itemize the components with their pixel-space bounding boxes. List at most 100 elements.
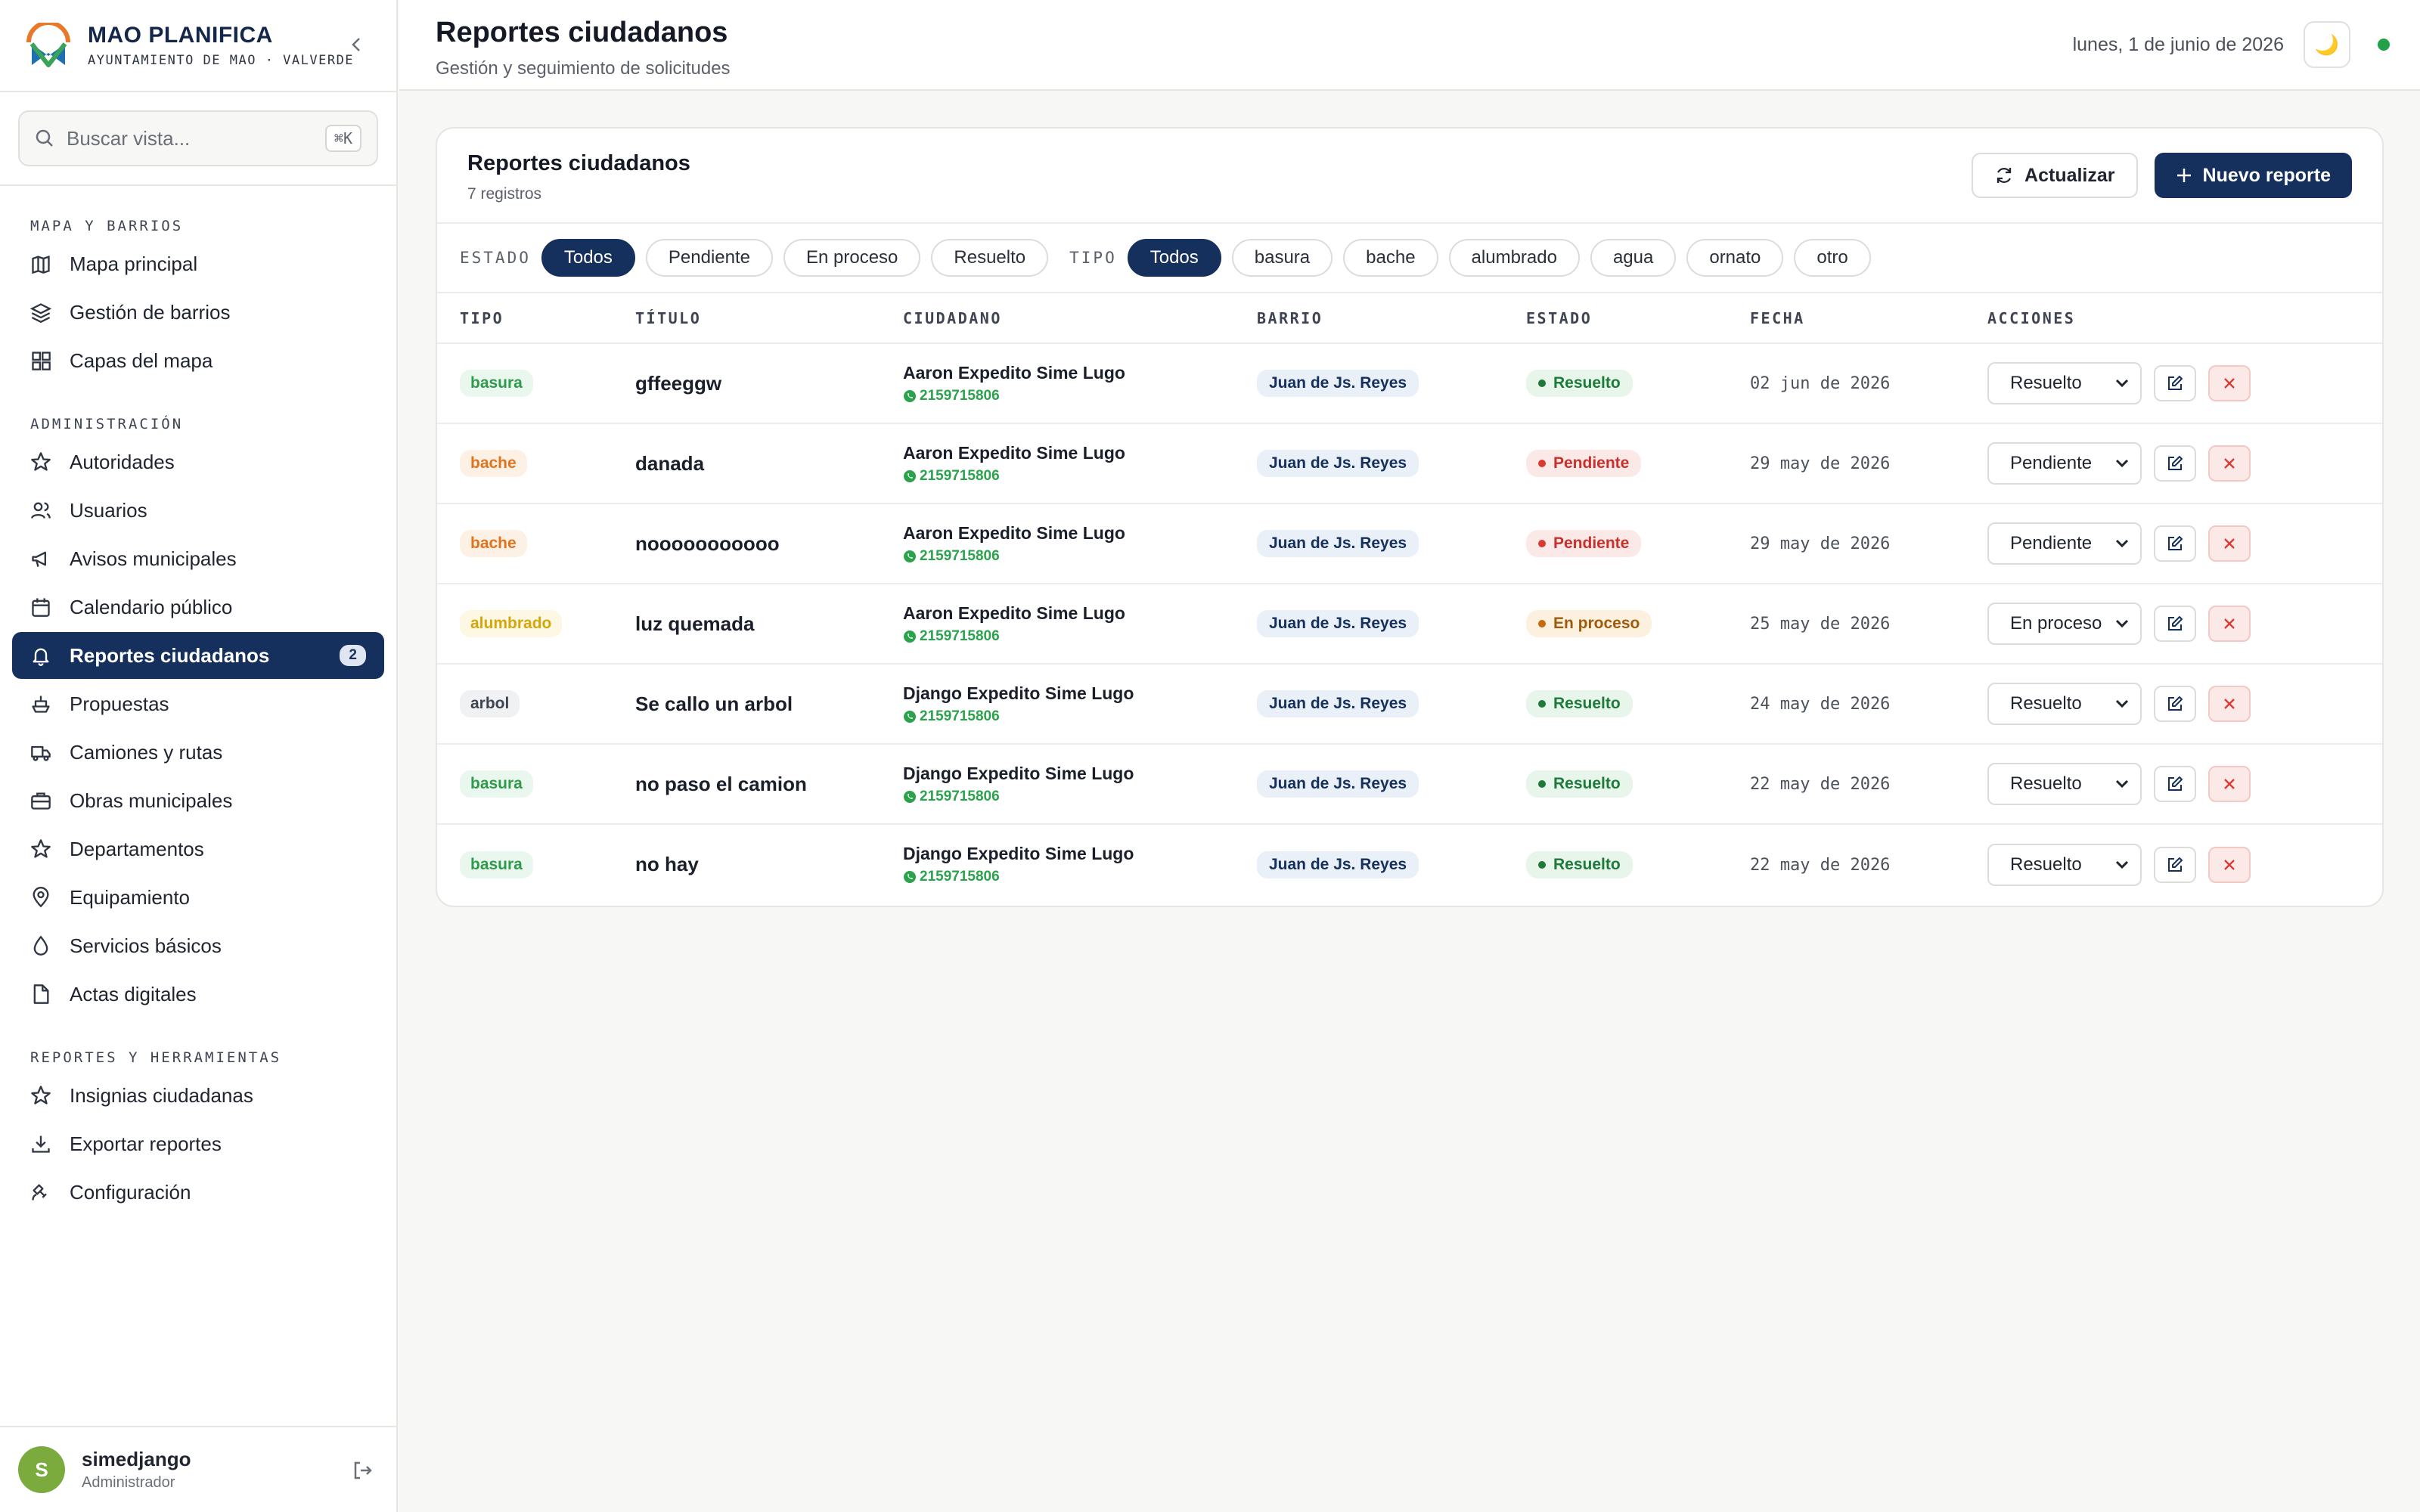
sidebar-item-label: Obras municipales (70, 789, 233, 812)
barrio-tag: Juan de Js. Reyes (1257, 450, 1419, 477)
search-input[interactable] (67, 126, 325, 150)
delete-button[interactable] (2208, 606, 2251, 642)
sidebar-item-label: Camiones y rutas (70, 740, 223, 764)
sidebar-item-servicios-basicos[interactable]: Servicios básicos (12, 922, 384, 969)
sidebar-item-obras-municipales[interactable]: Obras municipales (12, 777, 384, 824)
status-select[interactable]: Pendiente (1987, 522, 2142, 565)
tipo-filter-alumbrado[interactable]: alumbrado (1448, 239, 1580, 277)
edit-button[interactable] (2154, 846, 2196, 883)
status-label: Resuelto (1553, 855, 1621, 873)
whatsapp-icon (903, 389, 917, 403)
whatsapp-link[interactable]: 2159715806 (903, 388, 1257, 404)
status-badge: Pendiente (1526, 530, 1642, 557)
tipo-filter-agua[interactable]: agua (1590, 239, 1677, 277)
sidebar-item-camiones-y-rutas[interactable]: Camiones y rutas (12, 729, 384, 776)
delete-button[interactable] (2208, 445, 2251, 482)
sidebar-item-capas-del-mapa[interactable]: Capas del mapa (12, 337, 384, 384)
titulo-cell: gffeeggw (635, 343, 903, 424)
tipo-filter-otro[interactable]: otro (1794, 239, 1871, 277)
citizen-phone: 2159715806 (920, 788, 1000, 804)
edit-button[interactable] (2154, 686, 2196, 722)
status-label: Pendiente (1553, 534, 1630, 552)
sidebar-item-reportes-ciudadanos[interactable]: Reportes ciudadanos 2 (12, 632, 384, 679)
citizen-name: Aaron Expedito Sime Lugo (903, 603, 1125, 623)
collapse-sidebar-button[interactable] (346, 35, 366, 54)
estado-cell: Resuelto (1526, 744, 1750, 825)
status-badge: Pendiente (1526, 450, 1642, 477)
tipo-filter-basura[interactable]: basura (1231, 239, 1333, 277)
whatsapp-link[interactable]: 2159715806 (903, 708, 1257, 725)
citizen-name: Aaron Expedito Sime Lugo (903, 362, 1125, 383)
search-box[interactable]: ⌘K (18, 110, 378, 166)
truck-icon (30, 742, 51, 763)
sidebar-item-avisos-municipales[interactable]: Avisos municipales (12, 535, 384, 582)
status-select[interactable]: Resuelto (1987, 362, 2142, 404)
sidebar-item-label: Mapa principal (70, 252, 198, 275)
delete-button[interactable] (2208, 766, 2251, 802)
tipo-tag: alumbrado (460, 610, 563, 637)
status-dot (1538, 460, 1546, 467)
delete-button[interactable] (2208, 365, 2251, 401)
sidebar-item-actas-digitales[interactable]: Actas digitales (12, 971, 384, 1018)
new-report-button[interactable]: Nuevo reporte (2154, 153, 2352, 198)
estado-filter-en-proceso[interactable]: En proceso (783, 239, 921, 277)
sidebar-item-insignias-ciudadanas[interactable]: Insignias ciudadanas (12, 1072, 384, 1119)
citizen-phone: 2159715806 (920, 708, 1000, 724)
whatsapp-link[interactable]: 2159715806 (903, 628, 1257, 645)
report-date: 24 may de 2026 (1750, 695, 1891, 714)
sidebar-item-calendario-publico[interactable]: Calendario público (12, 584, 384, 631)
delete-button[interactable] (2208, 846, 2251, 883)
report-title: luz quemada (635, 612, 755, 635)
sidebar-item-label: Configuración (70, 1180, 191, 1204)
logout-button[interactable] (351, 1459, 374, 1486)
sidebar-item-autoridades[interactable]: Autoridades (12, 438, 384, 485)
status-select[interactable]: En proceso (1987, 603, 2142, 645)
citizen-phone: 2159715806 (920, 387, 1000, 404)
status-select[interactable]: Resuelto (1987, 683, 2142, 725)
status-select[interactable]: Resuelto (1987, 763, 2142, 805)
estado-filter-label: ESTADO (460, 249, 531, 267)
sidebar-item-propuestas[interactable]: Propuestas (12, 680, 384, 727)
avatar[interactable]: S (18, 1446, 65, 1493)
ciudadano-cell: Aaron Expedito Sime Lugo 2159715806 (903, 423, 1257, 504)
sidebar-item-departamentos[interactable]: Departamentos (12, 826, 384, 872)
table-row: alumbrado luz quemada Aaron Expedito Sime … (437, 584, 2382, 665)
reports-table: TIPO TÍTULO CIUDADANO BARRIO ESTADO FECHA ACCI… (437, 293, 2382, 904)
status-select[interactable]: Resuelto (1987, 843, 2142, 886)
whatsapp-link[interactable]: 2159715806 (903, 869, 1257, 885)
table-row: bache nooooooooooo Aaron Expedito Sime Lug… (437, 503, 2382, 584)
estado-filter-todos[interactable]: Todos (541, 239, 635, 277)
status-select[interactable]: Pendiente (1987, 442, 2142, 485)
sidebar-item-mapa-principal[interactable]: Mapa principal (12, 240, 384, 287)
refresh-button[interactable]: Actualizar (1972, 153, 2138, 198)
estado-filter-pendiente[interactable]: Pendiente (645, 239, 773, 277)
edit-button[interactable] (2154, 525, 2196, 562)
tipo-filter-bache[interactable]: bache (1343, 239, 1438, 277)
sidebar-item-gestion-de-barrios[interactable]: Gestión de barrios (12, 289, 384, 336)
sidebar-item-equipamiento[interactable]: Equipamiento (12, 874, 384, 921)
chevron-down-icon (2114, 453, 2130, 474)
tipo-tag: arbol (460, 690, 520, 717)
sidebar-item-exportar-reportes[interactable]: Exportar reportes (12, 1120, 384, 1167)
tipo-filter-todos[interactable]: Todos (1127, 239, 1221, 277)
theme-toggle-button[interactable]: 🌙 (2304, 21, 2350, 68)
tipo-cell: bache (437, 503, 635, 584)
delete-button[interactable] (2208, 525, 2251, 562)
edit-button[interactable] (2154, 445, 2196, 482)
acciones-cell: En proceso (1987, 584, 2382, 665)
whatsapp-link[interactable]: 2159715806 (903, 789, 1257, 805)
plus-icon (2176, 169, 2191, 182)
estado-filter-resuelto[interactable]: Resuelto (931, 239, 1049, 277)
edit-button[interactable] (2154, 766, 2196, 802)
delete-button[interactable] (2208, 686, 2251, 722)
tipo-filter-ornato[interactable]: ornato (1686, 239, 1784, 277)
edit-button[interactable] (2154, 606, 2196, 642)
estado-cell: Pendiente (1526, 503, 1750, 584)
sidebar-item-label: Equipamiento (70, 885, 190, 909)
sidebar-item-usuarios[interactable]: Usuarios (12, 487, 384, 534)
whatsapp-link[interactable]: 2159715806 (903, 468, 1257, 485)
sidebar-item-label: Reportes ciudadanos (70, 643, 270, 667)
whatsapp-link[interactable]: 2159715806 (903, 548, 1257, 565)
edit-button[interactable] (2154, 365, 2196, 401)
sidebar-item-configuracion[interactable]: Configuración (12, 1169, 384, 1216)
